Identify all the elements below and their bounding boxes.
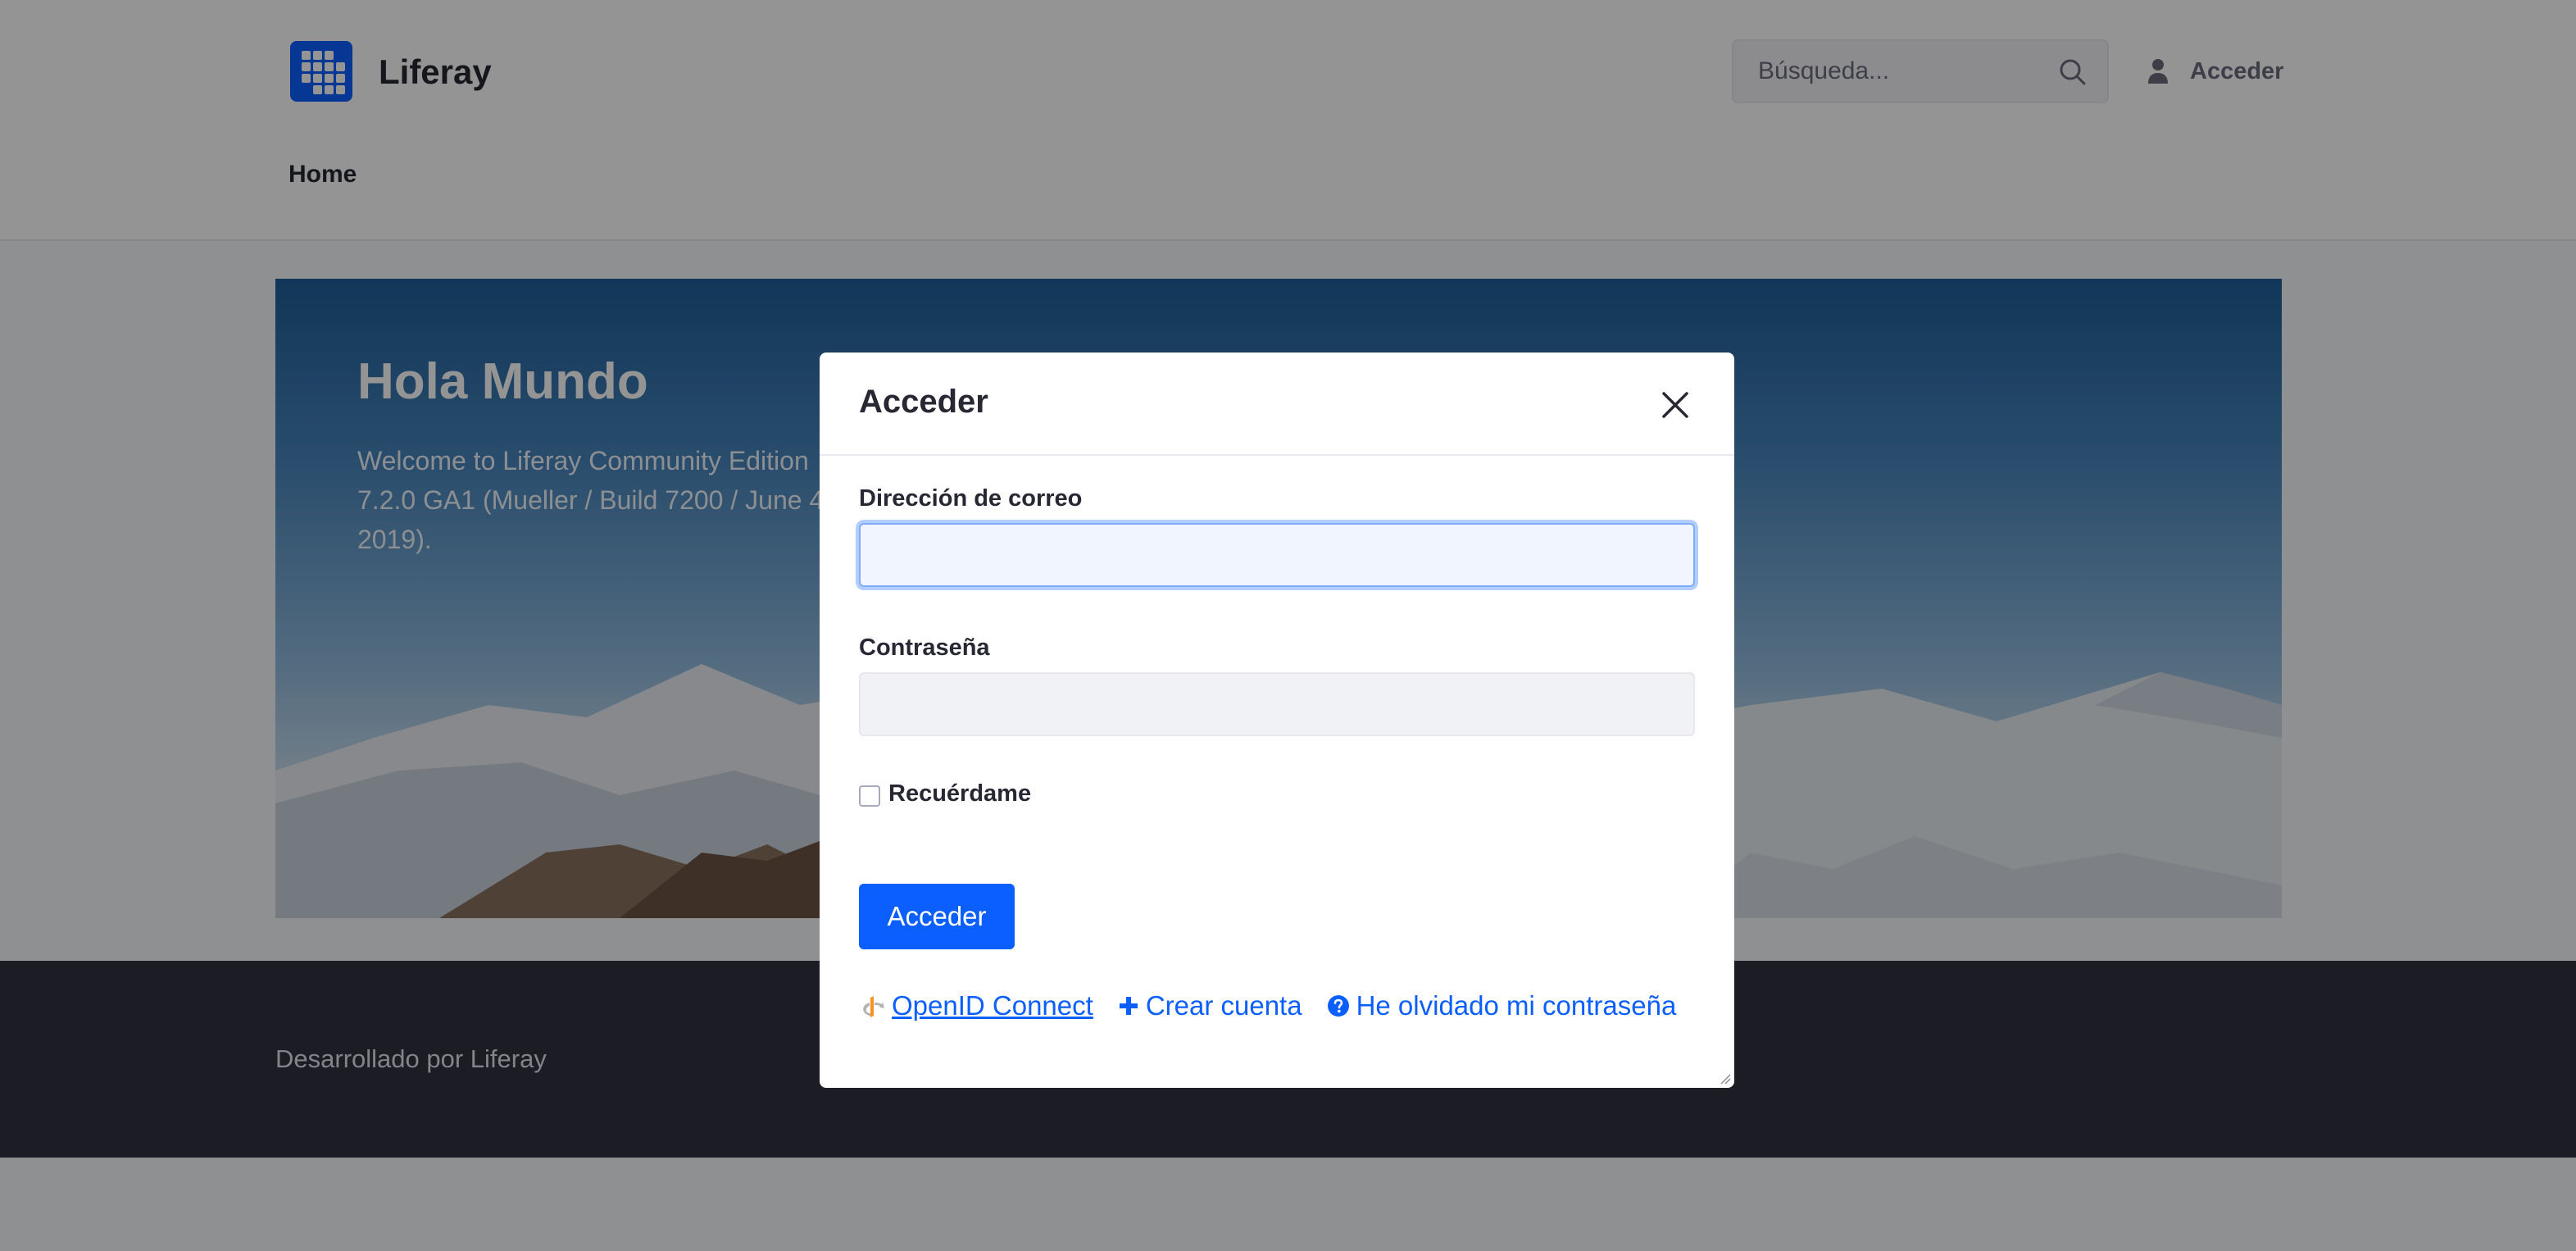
openid-connect-label: OpenID Connect (892, 990, 1093, 1021)
remember-me-checkbox[interactable] (859, 785, 880, 807)
login-submit-button[interactable]: Acceder (859, 884, 1015, 949)
close-icon[interactable] (1659, 389, 1692, 421)
modal-header: Acceder (820, 353, 1734, 456)
question-circle-icon (1327, 995, 1349, 1017)
openid-icon (863, 996, 884, 1017)
email-field[interactable] (861, 525, 1693, 585)
password-field-wrapper (859, 672, 1695, 736)
login-links: OpenID Connect Crear cuenta He olvidado … (859, 985, 1701, 1026)
login-dialog: Acceder Dirección de correo Contraseña R… (820, 353, 1734, 1088)
modal-title: Acceder (859, 384, 988, 420)
openid-connect-link[interactable]: OpenID Connect (859, 990, 1093, 1021)
forgot-password-link[interactable]: He olvidado mi contraseña (1327, 990, 1677, 1021)
remember-me-label[interactable]: Recuérdame (888, 780, 1031, 807)
resize-handle-icon[interactable] (1718, 1071, 1731, 1085)
password-field[interactable] (861, 674, 1693, 735)
create-account-label: Crear cuenta (1145, 990, 1302, 1021)
email-field-wrapper (859, 523, 1695, 587)
email-label: Dirección de correo (859, 485, 1083, 512)
plus-icon (1119, 997, 1138, 1015)
create-account-link[interactable]: Crear cuenta (1118, 990, 1302, 1021)
password-label: Contraseña (859, 635, 990, 661)
forgot-password-label: He olvidado mi contraseña (1356, 990, 1677, 1021)
